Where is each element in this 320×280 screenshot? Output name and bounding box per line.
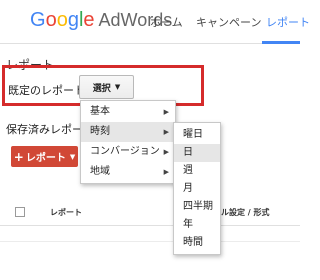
nav-campaigns[interactable]: キャンペーン <box>196 14 261 30</box>
submenu-item-day[interactable]: 日 <box>174 144 220 162</box>
chevron-right-icon: ▶ <box>163 128 169 136</box>
top-bar: Google AdWords ホーム キャンペーン レポート <box>0 0 310 44</box>
new-report-button[interactable]: + レポート ▼ <box>11 146 78 167</box>
new-report-button-label: レポート <box>25 153 66 164</box>
plus-icon: + <box>13 149 24 164</box>
column-header-report[interactable]: レポート <box>50 207 82 218</box>
select-all-checkbox[interactable] <box>15 207 25 217</box>
menu-item-geography[interactable]: 地域 ▶ <box>81 162 175 182</box>
nav-reports[interactable]: レポート <box>266 14 310 30</box>
logo-letter: e <box>83 9 95 31</box>
menu-item-basic[interactable]: 基本 ▶ <box>81 102 175 122</box>
preset-report-label: 既定のレポート <box>8 84 85 97</box>
submenu-item-month[interactable]: 月 <box>174 180 220 198</box>
logo-letter: g <box>67 9 79 31</box>
logo-letter: o <box>56 9 68 31</box>
menu-item-conversions[interactable]: コンバージョン ▶ <box>81 142 175 162</box>
menu-item-label: 時刻 <box>90 126 110 137</box>
logo-letter: o <box>45 9 57 31</box>
menu-item-time[interactable]: 時刻 ▶ <box>81 122 175 142</box>
submenu-item-week[interactable]: 週 <box>174 162 220 180</box>
menu-item-label: 基本 <box>90 106 110 117</box>
chevron-down-icon: ▼ <box>114 83 121 91</box>
row-divider <box>0 241 300 242</box>
time-submenu: 曜日 日 週 月 四半期 年 時間 <box>173 122 221 255</box>
submenu-item-hour[interactable]: 時間 <box>174 234 220 252</box>
menu-item-label: 地域 <box>90 166 110 177</box>
chevron-right-icon: ▶ <box>163 148 169 156</box>
select-button-label: 選択 <box>92 83 111 94</box>
submenu-item-day-of-week[interactable]: 曜日 <box>174 126 220 144</box>
nav-home[interactable]: ホーム <box>150 14 183 30</box>
select-button[interactable]: 選択 ▼ <box>79 75 134 99</box>
chevron-down-icon: ▼ <box>69 152 76 161</box>
submenu-item-year[interactable]: 年 <box>174 216 220 234</box>
column-header-settings[interactable]: ル設定 / 形式 <box>221 207 270 218</box>
active-tab-indicator <box>262 41 300 44</box>
report-type-menu: 基本 ▶ 時刻 ▶ コンバージョン ▶ 地域 ▶ <box>80 100 176 184</box>
submenu-item-quarter[interactable]: 四半期 <box>174 198 220 216</box>
logo-letter: G <box>30 9 46 31</box>
menu-item-label: コンバージョン <box>90 146 160 157</box>
chevron-right-icon: ▶ <box>163 108 169 116</box>
chevron-right-icon: ▶ <box>163 168 169 176</box>
